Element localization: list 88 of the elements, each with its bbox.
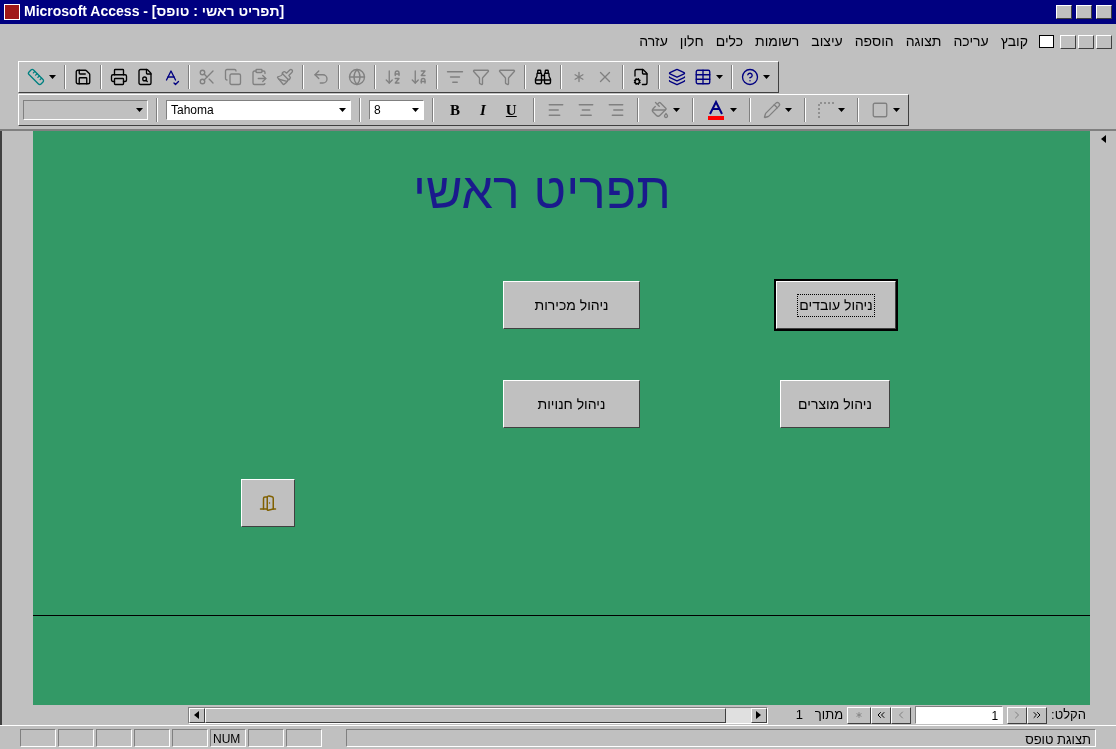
status-text: תצוגת טופס — [346, 728, 1096, 747]
status-panel — [20, 728, 56, 747]
doc-close-button[interactable] — [1096, 34, 1112, 49]
underline-button[interactable]: U — [497, 99, 525, 122]
form-icon — [1039, 35, 1054, 49]
copy-icon — [224, 67, 242, 86]
close-button[interactable] — [1096, 4, 1112, 19]
status-panel — [58, 728, 94, 747]
doc-minimize-button[interactable] — [1060, 34, 1076, 49]
dropdown-caret-icon — [49, 74, 56, 79]
font-size-combo[interactable]: 8 — [369, 100, 424, 121]
record-total: 1 — [794, 706, 804, 725]
sort-ascending-icon — [384, 67, 402, 86]
menu-button[interactable]: ניהול מכירות — [503, 281, 640, 330]
object-combo[interactable] — [23, 100, 148, 121]
form-title: תפריט ראשי — [413, 166, 671, 217]
menu-button[interactable]: ניהול מוצרים — [780, 380, 890, 429]
menu-button[interactable]: ניהול עובדים — [776, 281, 896, 330]
save-icon — [74, 67, 92, 86]
sort-descending-icon — [410, 67, 428, 86]
dropdown-caret-icon — [837, 108, 845, 113]
exit-button[interactable] — [241, 479, 295, 528]
maximize-button[interactable] — [1076, 4, 1092, 19]
dropdown-caret-icon — [784, 108, 792, 113]
previous-record-button[interactable] — [891, 706, 912, 724]
menu-item[interactable]: חלון — [674, 31, 709, 53]
dropdown-caret-icon — [729, 108, 737, 113]
minimize-button[interactable] — [1056, 4, 1072, 19]
menu-item[interactable]: עריכה — [948, 31, 994, 53]
scroll-right-button[interactable] — [750, 707, 767, 723]
undo-icon — [312, 67, 330, 86]
menu-item[interactable]: קובץ — [995, 31, 1033, 53]
line-color-icon — [762, 101, 781, 120]
dropdown-caret-icon — [672, 108, 680, 113]
window-title: Microsoft Access - [תפריט ראשי : טופס] — [24, 2, 286, 22]
doc-restore-button[interactable] — [1078, 34, 1094, 49]
next-record-button[interactable] — [1007, 706, 1028, 724]
record-number-field[interactable]: 1 — [915, 706, 1004, 725]
status-panel — [134, 728, 170, 747]
horizontal-scrollbar[interactable] — [187, 706, 768, 724]
help-icon — [741, 67, 759, 86]
scroll-left-icon — [194, 711, 200, 720]
status-panel — [286, 728, 322, 747]
door-icon — [259, 494, 277, 513]
scroll-left-button[interactable] — [188, 707, 205, 723]
menu-item[interactable]: הוספה — [849, 31, 899, 53]
dropdown-caret-icon — [339, 108, 346, 113]
web-icon — [348, 67, 366, 86]
fill-color-icon — [650, 101, 669, 120]
status-panel — [248, 728, 284, 747]
find-icon — [534, 67, 552, 86]
apply-filter-icon — [498, 67, 516, 86]
print-icon — [110, 67, 128, 86]
dropdown-caret-icon — [136, 108, 143, 113]
dropdown-caret-icon — [412, 108, 419, 113]
status-indicator: NUM — [210, 728, 246, 747]
status-panel — [96, 728, 132, 747]
menu-item[interactable]: עזרה — [634, 31, 673, 53]
app-key-icon — [4, 3, 20, 20]
paste-icon — [250, 67, 268, 86]
font-combo[interactable]: Tahoma — [166, 100, 351, 121]
last-record-button[interactable] — [1027, 706, 1048, 724]
new-record-nav-button[interactable] — [847, 706, 872, 724]
cut-icon — [198, 67, 216, 86]
dotted-corner-icon — [817, 102, 834, 119]
first-record-button[interactable] — [871, 706, 892, 724]
of-label: מתוך — [813, 706, 845, 725]
record-label: הקלט: — [1050, 706, 1087, 725]
menu-item[interactable]: עיצוב — [806, 31, 848, 53]
dropdown-caret-icon — [716, 74, 723, 79]
italic-button[interactable]: I — [472, 99, 494, 122]
print-preview-icon — [136, 67, 154, 86]
font-color-icon — [705, 100, 726, 121]
status-panel — [172, 728, 208, 747]
menu-item[interactable]: רשומות — [750, 31, 805, 53]
bold-button[interactable]: B — [442, 99, 468, 122]
menu-item[interactable]: תצוגה — [900, 31, 947, 53]
menu-button[interactable]: ניהול חנויות — [503, 380, 640, 429]
asterisk-icon — [854, 710, 865, 721]
dropdown-caret-icon — [763, 74, 770, 79]
special-effect-icon — [870, 101, 889, 120]
scroll-arrow-icon — [1100, 135, 1106, 144]
filter-form-icon — [472, 67, 490, 86]
menu-item[interactable]: כלים — [710, 31, 749, 53]
dropdown-caret-icon — [892, 108, 900, 113]
format-painter-icon — [276, 67, 294, 86]
scroll-right-icon — [756, 711, 762, 720]
scroll-thumb[interactable] — [204, 707, 726, 723]
